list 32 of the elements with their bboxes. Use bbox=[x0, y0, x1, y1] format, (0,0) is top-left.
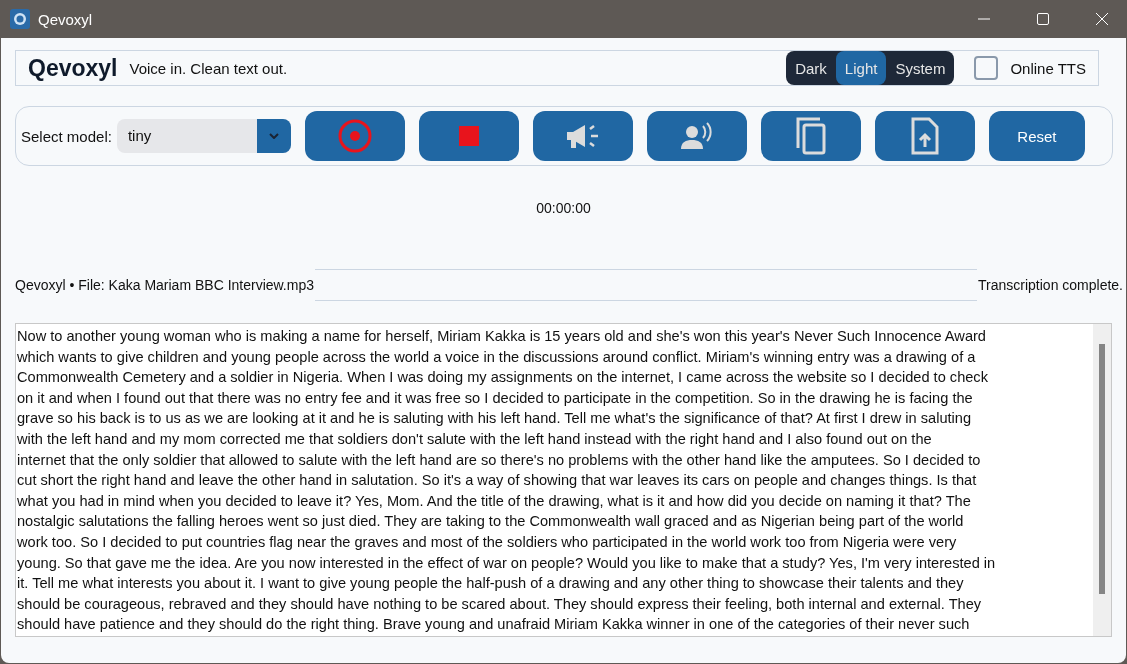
scrollbar[interactable] bbox=[1093, 324, 1111, 636]
megaphone-button[interactable] bbox=[532, 111, 633, 161]
chevron-down-icon bbox=[268, 133, 279, 139]
transcript-text-area[interactable]: Now to another young woman who is making a name for herself, Miriam Kakka is 15 years old and she's won this year's Never Such Innocence Award which wants to give children and young people across the world a voice in the discussions around conflict. Miriam's winning entry was a drawing of a Commonwealth Cemetery and a soldier in Nigeria. When I was doing my assignments on the internet, I came across the website so I decided to check on it and when I found out that there was no entry fee and it was free so I decided to participate in the competition. So in the drawing he is facing the grave so his back is to us as we are looking at it and he is saluting with his left hand. Tell me what's the significance of that? At first I drew in saluting with the left hand and my mom corrected me that soldiers don't salute with the left hand instead with the right hand and I also found out on the internet that the only soldier that allowed to salute with the left hand are so there's no problems with the other hand like the amputees. So I decided to cut short the right hand and leave the other hand in salutation. So it's a way of showing that war leaves its cars on people and changes things. Is that what you had in mind when you decided to leave it? Yes, Mom. And the title of the drawing, what is it and how did you decide on naming it that? The nostalgic salutations the falling heroes went so just died. They are taking to the Commonwealth wall graced and as Nigerian being part of the world work too. So I decided to put countries flag near the graves and most of the soldiers who participated in the world work too from Nigeria were very young. So that gave me the idea. Are you now interested in the effect of war on people? Would you like to make that a study? Yes, I'm very interested in it. Tell me what interests you about it. I want to give young people the half-push of a drawing and any other thing to showcase their talents and they should be courageous, rebraved and they should have nothing to be scared about. They should express their feeling, both internal and external. They should have patience and they should do the right thing. Brave young and unafraid Miriam Kakka winner in one of the categories of their never such bbox=[15, 323, 1112, 637]
maximize-icon[interactable] bbox=[1037, 13, 1049, 25]
stop-button[interactable] bbox=[418, 111, 519, 161]
checkbox[interactable] bbox=[974, 56, 999, 80]
theme-option[interactable]: Dark bbox=[786, 51, 836, 85]
stop-icon bbox=[458, 126, 479, 146]
timer: 00:00:00 bbox=[535, 200, 592, 216]
theme-option[interactable]: System bbox=[886, 51, 955, 85]
model-label: Select model: bbox=[21, 127, 112, 145]
record-icon bbox=[336, 118, 373, 154]
model-dropdown[interactable]: tiny bbox=[116, 119, 291, 153]
window-title: Qevoxyl bbox=[38, 10, 93, 28]
tagline: Voice in. Clean text out. bbox=[129, 59, 288, 77]
copy-icon bbox=[794, 116, 827, 156]
copy-button[interactable] bbox=[760, 111, 861, 161]
record-button[interactable] bbox=[304, 111, 405, 161]
status-message: Transcription complete. bbox=[978, 277, 1123, 293]
app-name: Qevoxyl bbox=[28, 54, 118, 82]
megaphone-icon bbox=[564, 122, 601, 150]
file-status: Qevoxyl • File: Kaka Mariam BBC Interview.mp3 bbox=[15, 277, 314, 293]
person-speaking-icon bbox=[679, 122, 714, 150]
app-logo-icon bbox=[10, 9, 30, 29]
checkbox-label: Online TTS bbox=[1010, 59, 1086, 77]
file-upload-icon bbox=[910, 117, 939, 155]
close-icon[interactable] bbox=[1096, 13, 1108, 25]
reset-button[interactable]: Reset bbox=[988, 111, 1085, 161]
theme-option[interactable]: Light bbox=[835, 51, 887, 85]
file-upload-button[interactable] bbox=[874, 111, 975, 161]
speaker-voice-button[interactable] bbox=[646, 111, 747, 161]
